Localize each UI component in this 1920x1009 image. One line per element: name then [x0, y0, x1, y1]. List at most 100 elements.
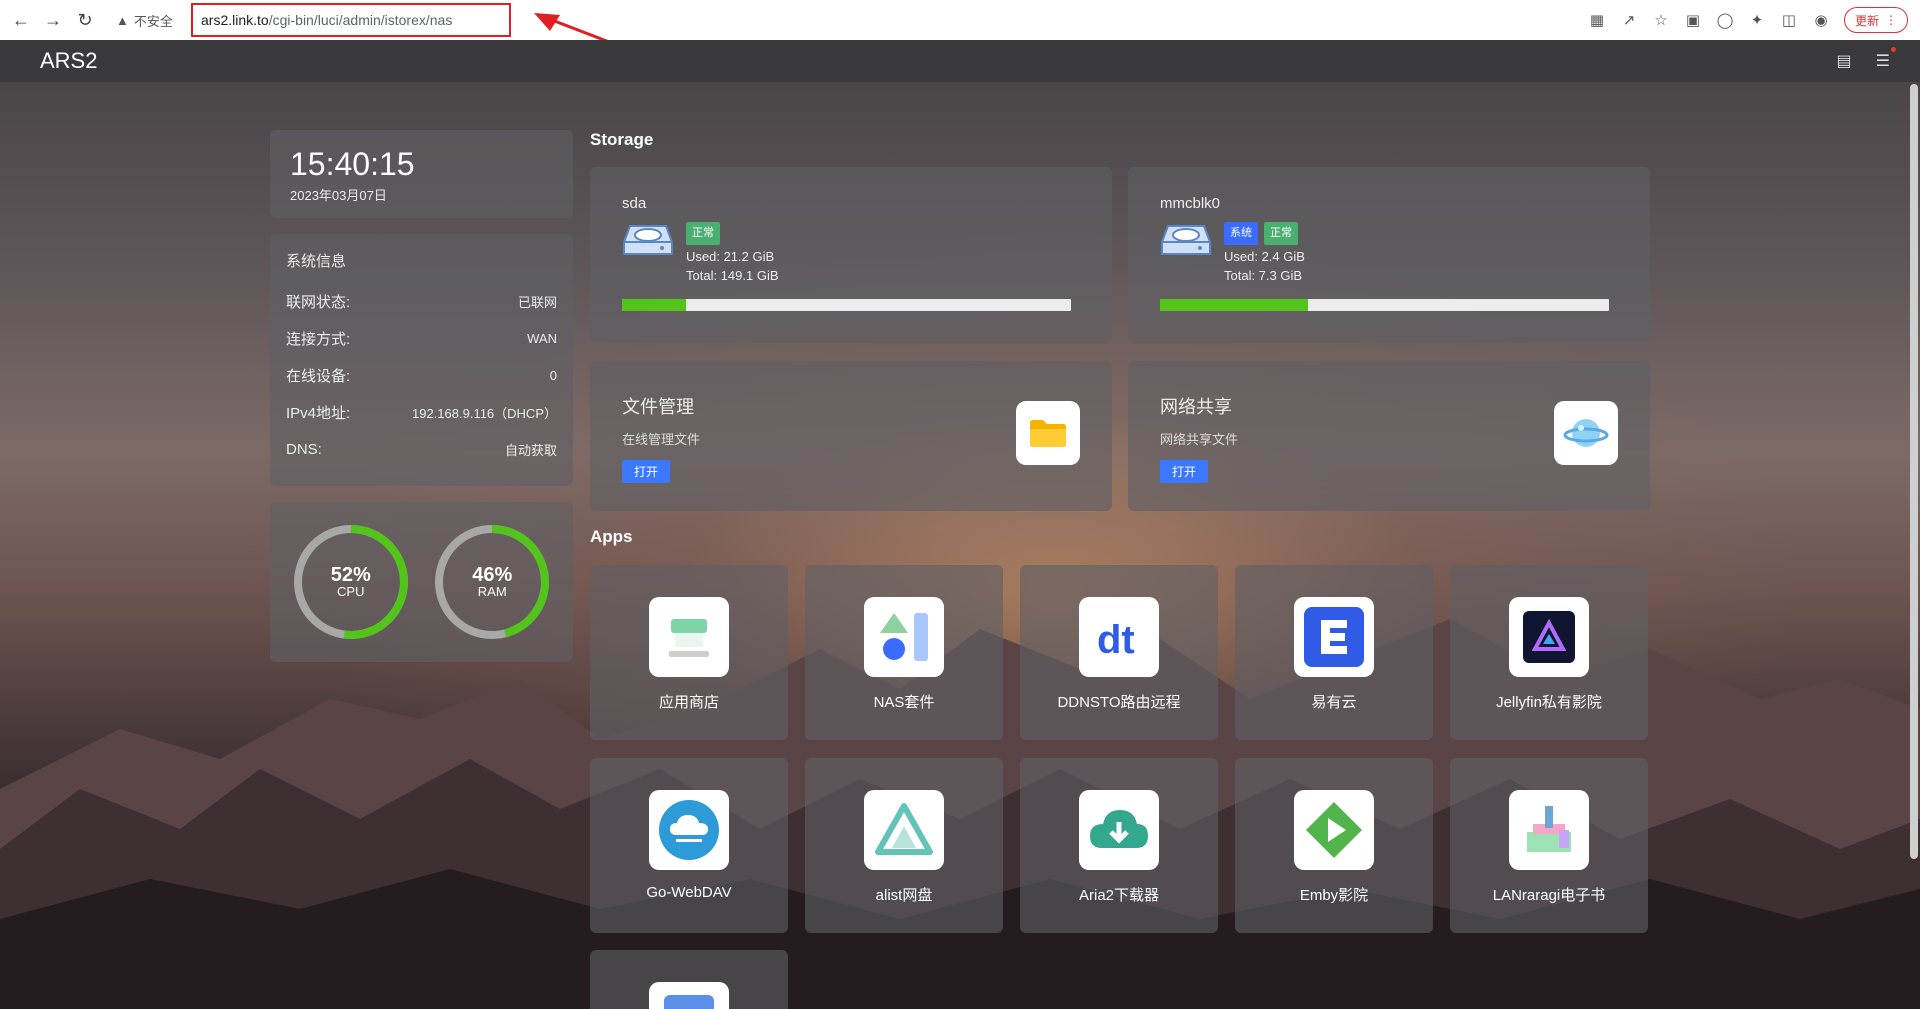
app-tile-go-webdav[interactable]: Go-WebDAV — [590, 758, 788, 933]
disk-usage-bar — [622, 299, 1071, 311]
feature-subtitle: 网络共享文件 — [1160, 432, 1239, 447]
ram-percent: 46% — [472, 563, 513, 586]
extension-square-icon[interactable]: ▣ — [1684, 11, 1702, 29]
disk-usage-fill — [622, 299, 686, 311]
app-name: NAS套件 — [873, 694, 935, 711]
feature-title: 网络共享 — [1160, 397, 1232, 417]
disk-name: mmcblk0 — [1160, 195, 1221, 212]
webdav-cloud-icon — [649, 790, 729, 870]
forward-icon[interactable]: → — [42, 9, 64, 31]
info-label: 联网状态: — [286, 294, 351, 311]
hard-drive-icon — [623, 225, 673, 255]
apps-section-title: Apps — [590, 527, 633, 546]
info-value: 已联网 — [517, 295, 557, 310]
info-value: 0 — [549, 368, 557, 383]
app-tile-alist[interactable]: alist网盘 — [805, 758, 1003, 933]
usage-card: 52% CPU 46% RAM — [270, 502, 573, 662]
info-row-network-status: 联网状态: 已联网 — [286, 283, 557, 320]
status-badge: 正常 — [686, 222, 720, 245]
disk-usage-bar — [1160, 299, 1609, 311]
update-label: 更新 — [1854, 13, 1879, 28]
kebab-menu-icon: ⋮ — [1885, 13, 1897, 27]
app-tile-nas-suite[interactable]: NAS套件 — [805, 565, 1003, 740]
bookmark-star-icon[interactable]: ☆ — [1652, 11, 1670, 29]
url-path: /cgi-bin/luci/admin/istorex/nas — [268, 12, 453, 28]
info-row-connection-type: 连接方式: WAN — [286, 320, 557, 357]
url-highlight-box[interactable]: ars2.link.to/cgi-bin/luci/admin/istorex/… — [191, 3, 511, 37]
disk-total: Total: 149.1 GiB — [686, 268, 779, 283]
app-header: ARS2 ▤ ☰ — [0, 40, 1920, 82]
app-tile-ddnsto[interactable]: dt DDNSTO路由远程 — [1020, 565, 1218, 740]
security-indicator[interactable]: ▲ 不安全 — [108, 11, 173, 30]
address-bar[interactable]: ▲ 不安全 ars2.link.to/cgi-bin/luci/admin/is… — [108, 3, 1578, 75]
back-icon[interactable]: ← — [10, 9, 32, 31]
open-file-manager-button[interactable]: 打开 — [622, 460, 671, 483]
extension-circle-icon[interactable]: ◯ — [1716, 11, 1734, 29]
svg-text:dt: dt — [1097, 618, 1135, 662]
app-name: Go-WebDAV — [646, 884, 732, 901]
extensions-puzzle-icon[interactable]: ✦ — [1748, 11, 1766, 29]
app-name: Aria2下载器 — [1078, 887, 1160, 904]
info-label: DNS: — [286, 441, 322, 458]
info-value: 自动获取 — [504, 443, 557, 458]
aria2-cloud-download-icon — [1079, 790, 1159, 870]
warning-icon: ▲ — [116, 12, 129, 28]
hard-drive-icon — [1161, 225, 1211, 255]
cpu-gauge: 52% CPU — [292, 523, 410, 641]
system-info-card: 系统信息 联网状态: 已联网 连接方式: WAN 在线设备: 0 IPv4地址: 192… — [270, 234, 573, 486]
app-tile-emby[interactable]: Emby影院 — [1235, 758, 1433, 933]
app-tile-jellyfin[interactable]: Jellyfin私有影院 — [1450, 565, 1648, 740]
linkease-icon — [1294, 597, 1374, 677]
cpu-label: CPU — [337, 583, 365, 599]
brand-title[interactable]: ARS2 — [40, 48, 97, 74]
ram-gauge: 46% RAM — [433, 523, 551, 641]
disk-total: Total: 7.3 GiB — [1224, 268, 1303, 283]
browser-actions: ▦ ↗ ☆ ▣ ◯ ✦ ◫ ◉ 更新 ⋮ — [1588, 7, 1920, 33]
app-tile-lanraragi[interactable]: LANraragi电子书 — [1450, 758, 1648, 933]
notes-icon[interactable]: ▤ — [1837, 51, 1852, 71]
reload-icon[interactable]: ↻ — [74, 9, 96, 31]
app-name: 应用商店 — [658, 694, 719, 711]
store-icon — [649, 597, 729, 677]
app-name: alist网盘 — [875, 887, 933, 904]
update-button[interactable]: 更新 ⋮ — [1843, 7, 1908, 33]
info-label: 连接方式: — [286, 331, 351, 348]
ram-label: RAM — [477, 583, 507, 599]
app-tile-linkease[interactable]: 易有云 — [1235, 565, 1433, 740]
translate-icon[interactable]: ▦ — [1588, 11, 1606, 29]
hamburger-menu-icon[interactable]: ☰ — [1876, 47, 1896, 71]
profile-avatar-icon[interactable]: ◉ — [1812, 11, 1830, 29]
app-tile-aria2[interactable]: Aria2下载器 — [1020, 758, 1218, 933]
info-row-dns: DNS: 自动获取 — [286, 431, 557, 468]
jellyfin-icon — [1509, 597, 1589, 677]
network-share-card: 网络共享 网络共享文件 打开 — [1128, 361, 1650, 511]
disk-used: Used: 21.2 GiB — [686, 249, 775, 264]
header-actions: ▤ ☰ — [1837, 47, 1896, 71]
app-name: DDNSTO路由远程 — [1057, 694, 1181, 711]
side-panel-icon[interactable]: ◫ — [1780, 11, 1798, 29]
lanraragi-icon — [1509, 790, 1589, 870]
page-scrollbar[interactable] — [1910, 84, 1918, 859]
feature-title: 文件管理 — [622, 397, 694, 417]
security-label: 不安全 — [133, 13, 173, 29]
feature-subtitle: 在线管理文件 — [622, 432, 701, 447]
app-tile-partial[interactable] — [590, 950, 788, 1009]
url-host: ars2.link.to — [201, 12, 269, 28]
info-value: 192.168.9.116（DHCP） — [411, 406, 557, 421]
disk-card-mmcblk0[interactable]: mmcblk0 系统 正常 Used: 2.4 GiB Total: 7.3 G… — [1128, 167, 1650, 343]
alist-icon — [864, 790, 944, 870]
clock-card: 15:40:15 2023年03月07日 — [270, 130, 573, 218]
app-tile-store[interactable]: 应用商店 — [590, 565, 788, 740]
emby-icon — [1294, 790, 1374, 870]
folder-icon[interactable] — [1016, 401, 1080, 465]
planet-icon[interactable] — [1554, 401, 1618, 465]
system-info-title: 系统信息 — [286, 253, 347, 270]
browser-toolbar: ← → ↻ ▲ 不安全 ars2.link.to/cgi-bin/luci/ad… — [0, 0, 1920, 75]
app-name: Jellyfin私有影院 — [1496, 694, 1602, 711]
cpu-percent: 52% — [330, 563, 371, 586]
file-manager-card: 文件管理 在线管理文件 打开 — [590, 361, 1112, 511]
open-network-share-button[interactable]: 打开 — [1160, 460, 1209, 483]
share-icon[interactable]: ↗ — [1620, 11, 1638, 29]
browser-nav: ← → ↻ — [0, 9, 108, 31]
disk-card-sda[interactable]: sda 正常 Used: 21.2 GiB Total: 149.1 GiB — [590, 167, 1112, 343]
